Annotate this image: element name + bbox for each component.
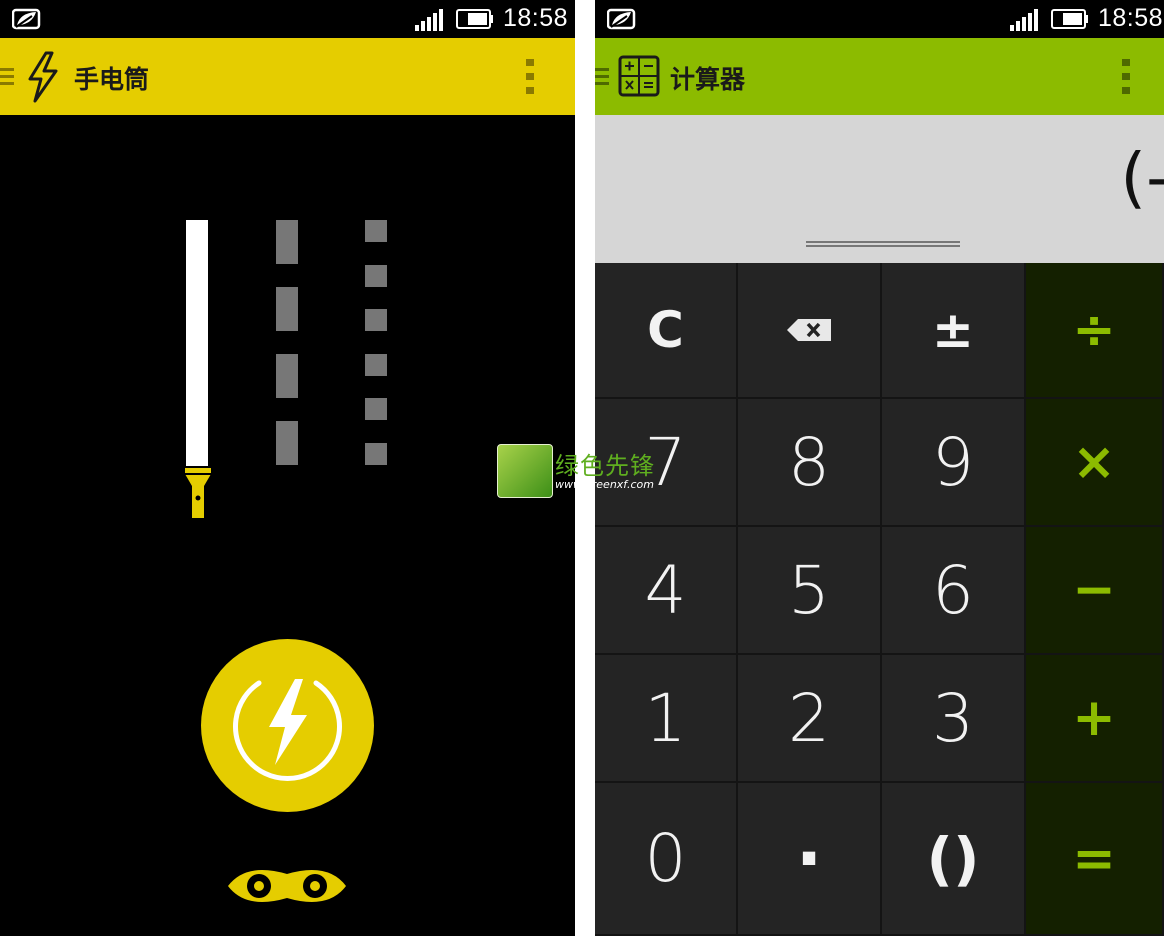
flashlight-screen: 18:58 手电筒 (0, 0, 575, 936)
leaf-notification-icon (12, 8, 41, 30)
eyes-icon[interactable] (226, 860, 348, 912)
overflow-menu-icon[interactable] (1121, 59, 1131, 95)
backspace-icon (787, 319, 831, 341)
display-expression: (- (1120, 139, 1164, 216)
calculator-icon (618, 55, 660, 97)
power-button[interactable] (201, 639, 374, 812)
strobe-segment (276, 421, 298, 465)
plus-button[interactable]: + (1026, 655, 1164, 783)
battery-icon (1051, 9, 1088, 29)
signal-icon (1010, 9, 1038, 31)
mode-steady[interactable] (170, 210, 230, 530)
digit-4-button[interactable]: 4 (595, 527, 738, 655)
drawer-icon[interactable] (0, 65, 16, 89)
status-bar: 18:58 (0, 0, 575, 38)
backspace-button[interactable] (738, 263, 882, 399)
divide-button[interactable]: ÷ (1026, 263, 1164, 399)
clear-button[interactable]: C (595, 263, 738, 399)
digit-9-button[interactable]: 9 (882, 399, 1026, 527)
strobe-segment (365, 265, 387, 287)
overflow-menu-icon[interactable] (525, 59, 535, 95)
watermark-name: 绿色先锋 (555, 452, 655, 480)
parentheses-button[interactable]: () (882, 783, 1026, 936)
handle-line (806, 245, 960, 247)
status-time: 18:58 (503, 4, 569, 32)
watermark-logo (497, 444, 553, 498)
plus-minus-button[interactable]: ± (882, 263, 1026, 399)
digit-2-button[interactable]: 2 (738, 655, 882, 783)
strobe-segment (365, 220, 387, 242)
strobe-segment (276, 220, 298, 264)
digit-5-button[interactable]: 5 (738, 527, 882, 655)
strobe-segment (365, 309, 387, 331)
strobe-segment (365, 354, 387, 376)
app-title: 手电筒 (74, 65, 150, 94)
strobe-segment (365, 398, 387, 420)
power-button-icon (233, 679, 342, 781)
watermark: 绿色先锋 www.greenxf.com (497, 444, 667, 499)
flashlight-app-bar: 手电筒 (0, 38, 575, 115)
drawer-icon[interactable] (595, 65, 611, 89)
minus-button[interactable]: − (1026, 527, 1164, 655)
status-bar: 18:58 (595, 0, 1164, 38)
digit-3-button[interactable]: 3 (882, 655, 1026, 783)
drag-handle[interactable] (595, 235, 1164, 255)
multiply-button[interactable]: × (1026, 399, 1164, 527)
decimal-point-button[interactable]: · (738, 783, 882, 936)
battery-icon (456, 9, 493, 29)
flashlight-icon (185, 468, 211, 518)
calculator-screen: 18:58 计算器 (- C (595, 0, 1164, 936)
status-time: 18:58 (1098, 4, 1164, 32)
strobe-segment (276, 287, 298, 331)
light-beam (186, 220, 208, 466)
digit-6-button[interactable]: 6 (882, 527, 1026, 655)
digit-1-button[interactable]: 1 (595, 655, 738, 783)
digit-8-button[interactable]: 8 (738, 399, 882, 527)
app-title: 计算器 (670, 65, 746, 94)
mode-fast-strobe[interactable] (355, 210, 400, 470)
strobe-segment (365, 443, 387, 465)
handle-line (806, 241, 960, 243)
leaf-notification-icon (607, 8, 636, 30)
calculator-display[interactable]: (- (595, 115, 1164, 263)
signal-icon (415, 9, 443, 31)
keypad: C ± ÷ 7 8 9 × 4 5 6 − 1 2 3 + 0 · () = (595, 263, 1164, 936)
equals-button[interactable]: = (1026, 783, 1164, 936)
strobe-segment (276, 354, 298, 398)
lightning-icon (28, 51, 58, 103)
calculator-app-bar: 计算器 (595, 38, 1164, 115)
mode-slow-strobe[interactable] (265, 210, 310, 470)
watermark-url: www.greenxf.com (555, 478, 654, 491)
digit-0-button[interactable]: 0 (595, 783, 738, 936)
